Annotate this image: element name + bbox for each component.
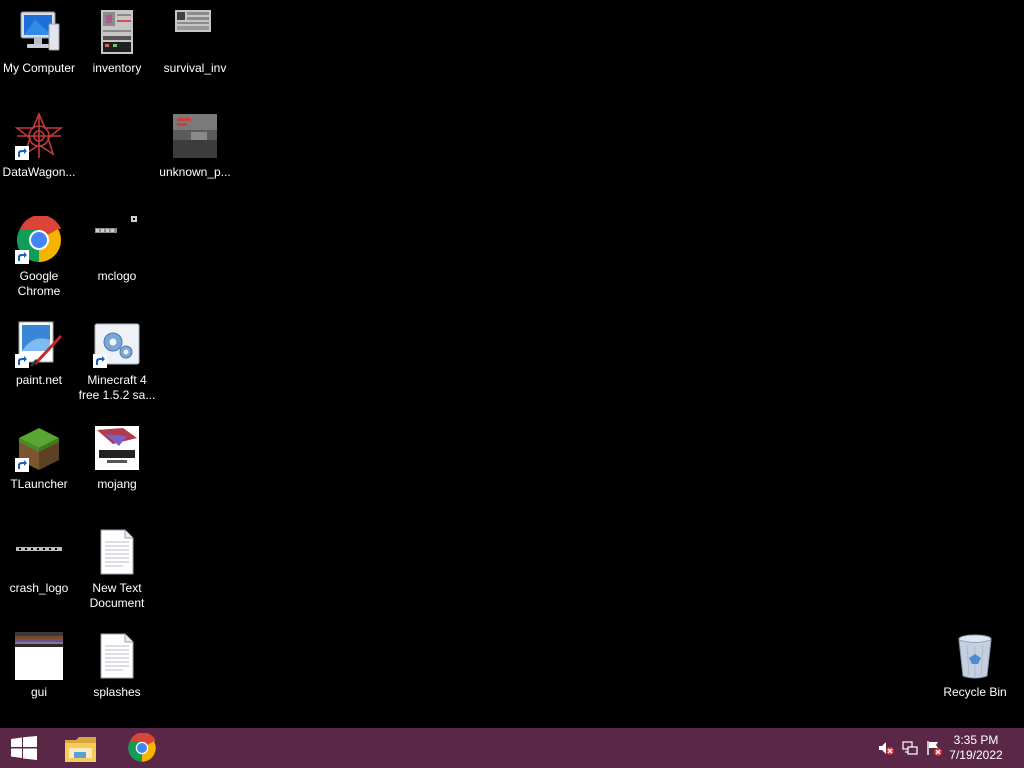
network-icon[interactable] (902, 740, 918, 756)
taskbar-clock[interactable]: 3:35 PM 7/19/2022 (944, 733, 1008, 763)
clock-time: 3:35 PM (953, 733, 999, 747)
icon-label: gui (30, 685, 47, 699)
desktop-icon-new-text-document[interactable]: New Text Document (78, 524, 156, 624)
icon-label: mojang (97, 477, 137, 491)
image-thumbnail-icon (171, 112, 219, 160)
icon-label: Recycle Bin (943, 685, 1007, 699)
desktop-icon-my-computer[interactable]: My Computer (0, 4, 78, 104)
desktop-icon-inventory[interactable]: inventory (78, 4, 156, 104)
taskbar-chrome[interactable] (120, 728, 166, 768)
shortcut-arrow-icon (15, 458, 29, 472)
icon-label: inventory (92, 61, 142, 75)
icon-label: DataWagon... (2, 165, 76, 179)
shortcut-arrow-icon (15, 354, 29, 368)
desktop-icon-google-chrome[interactable]: Google Chrome (0, 212, 78, 312)
desktop-icon-tlauncher[interactable]: TLauncher (0, 420, 78, 520)
desktop-icon-gui[interactable]: gui (0, 628, 78, 728)
chrome-icon (15, 216, 63, 264)
recycle-bin-icon (951, 632, 999, 680)
image-thumbnail-icon (15, 528, 63, 576)
shortcut-arrow-icon (15, 250, 29, 264)
icon-label: New Text Document (89, 581, 145, 610)
icon-label: TLauncher (10, 477, 68, 491)
icon-label: My Computer (2, 61, 76, 75)
desktop[interactable]: My Computer inventory survival_inv DataW… (0, 0, 1024, 728)
grass-block-icon (15, 424, 63, 472)
icon-label: crash_logo (9, 581, 69, 595)
image-thumbnail-icon (15, 632, 63, 680)
desktop-icon-unknown-p[interactable]: unknown_p... (156, 108, 234, 208)
desktop-icon-mojang[interactable]: mojang (78, 420, 156, 520)
action-center-flag-icon[interactable] (926, 740, 942, 756)
image-thumbnail-icon (171, 8, 219, 56)
chrome-icon (127, 733, 157, 763)
desktop-icon-recycle-bin[interactable]: Recycle Bin (936, 628, 1014, 728)
icon-label: survival_inv (163, 61, 227, 75)
desktop-icon-paintnet[interactable]: paint.net (0, 316, 78, 416)
system-tray: 3:35 PM 7/19/2022 (864, 728, 1024, 768)
shortcut-arrow-icon (93, 354, 107, 368)
desktop-icon-minecraft-4-free[interactable]: Minecraft 4 free 1.5.2 sa... (78, 316, 156, 416)
desktop-icon-crash-logo[interactable]: crash_logo (0, 524, 78, 624)
installer-gears-icon (93, 320, 141, 368)
icon-label: Minecraft 4 free 1.5.2 sa... (78, 373, 156, 402)
datawagon-icon (15, 112, 63, 160)
text-document-icon (93, 528, 141, 576)
windows-start-icon (11, 736, 37, 760)
image-thumbnail-icon (93, 216, 141, 264)
shortcut-arrow-icon (15, 146, 29, 160)
desktop-icon-datawagon[interactable]: DataWagon... (0, 108, 78, 208)
start-button[interactable] (0, 728, 48, 768)
text-document-icon (93, 632, 141, 680)
icon-label: unknown_p... (159, 165, 231, 179)
image-thumbnail-icon (93, 424, 141, 472)
icon-label: paint.net (15, 373, 63, 387)
taskbar: 3:35 PM 7/19/2022 (0, 728, 1024, 768)
desktop-icon-mclogo[interactable]: mclogo (78, 212, 156, 312)
file-explorer-icon (64, 734, 98, 764)
computer-icon (15, 8, 63, 56)
icon-label: splashes (93, 685, 141, 699)
clock-date: 7/19/2022 (949, 748, 1003, 762)
desktop-icon-splashes[interactable]: splashes (78, 628, 156, 728)
image-thumbnail-icon (93, 8, 141, 56)
taskbar-file-explorer[interactable] (56, 728, 106, 768)
desktop-icon-survival-inv[interactable]: survival_inv (156, 4, 234, 104)
icon-label: Google Chrome (17, 269, 61, 298)
paintnet-icon (15, 320, 63, 368)
volume-muted-icon[interactable] (878, 740, 894, 756)
icon-label: mclogo (97, 269, 137, 283)
